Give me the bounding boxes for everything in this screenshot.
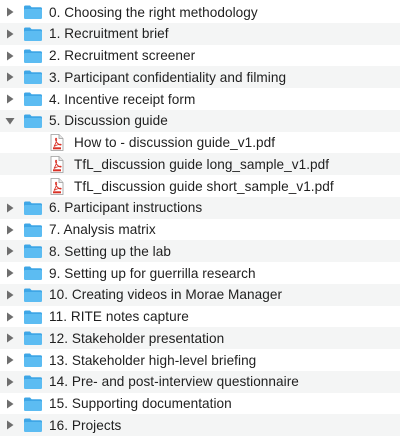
folder-row[interactable]: 15. Supporting documentation: [0, 393, 400, 415]
folder-name: 4. Incentive receipt form: [49, 91, 196, 107]
disclosure-right-icon[interactable]: [5, 219, 15, 241]
folder-icon: [23, 374, 43, 390]
folder-icon: [23, 200, 43, 216]
disclosure-right-icon[interactable]: [5, 284, 15, 306]
pdf-file-icon: [50, 177, 64, 195]
disclosure-right-icon[interactable]: [5, 23, 15, 45]
folder-row[interactable]: 4. Incentive receipt form: [0, 88, 400, 110]
folder-icon: [23, 113, 43, 129]
folder-row[interactable]: 8. Setting up the lab: [0, 240, 400, 263]
folder-icon: [23, 287, 43, 303]
folder-row[interactable]: 2. Recruitment screener: [0, 45, 400, 67]
file-tree: 0. Choosing the right methodology 1. Recr…: [0, 0, 400, 440]
disclosure-right-icon[interactable]: [5, 371, 15, 393]
disclosure-right-icon[interactable]: [5, 88, 15, 110]
disclosure-down-icon[interactable]: [5, 110, 15, 132]
file-name: TfL_discussion guide short_sample_v1.pdf: [74, 178, 334, 194]
folder-row[interactable]: 6. Participant instructions: [0, 196, 400, 219]
folder-icon: [23, 309, 43, 325]
folder-name: 0. Choosing the right methodology: [49, 4, 258, 20]
folder-name: 2. Recruitment screener: [49, 48, 196, 63]
pdf-file-icon: [50, 155, 64, 173]
folder-row[interactable]: 7. Analysis matrix: [0, 219, 400, 241]
disclosure-right-icon[interactable]: [5, 414, 15, 436]
file-row[interactable]: How to - discussion guide_v1.pdf: [0, 132, 400, 154]
disclosure-right-icon[interactable]: [5, 66, 15, 88]
folder-name: 10. Creating videos in Morae Manager: [49, 287, 283, 303]
folder-name: 1. Recruitment brief: [49, 26, 169, 42]
disclosure-right-icon[interactable]: [5, 197, 15, 219]
folder-icon: [23, 69, 43, 85]
folder-name: 16. Projects: [49, 417, 122, 433]
folder-name: 7. Analysis matrix: [49, 222, 156, 237]
disclosure-right-icon[interactable]: [5, 45, 15, 67]
folder-row[interactable]: 0. Choosing the right methodology: [0, 1, 400, 23]
file-row[interactable]: TfL_discussion guide short_sample_v1.pdf: [0, 175, 400, 197]
folder-name: 9. Setting up for guerrilla research: [49, 265, 256, 281]
folder-name: 11. RITE notes capture: [49, 309, 189, 324]
disclosure-right-icon[interactable]: [5, 1, 15, 23]
folder-icon: [23, 417, 43, 433]
folder-icon: [23, 48, 43, 64]
folder-name: 12. Stakeholder presentation: [49, 330, 225, 346]
file-name: TfL_discussion guide long_sample_v1.pdf: [74, 156, 330, 172]
disclosure-right-icon[interactable]: [5, 393, 15, 415]
folder-row[interactable]: 10. Creating videos in Morae Manager: [0, 283, 400, 306]
folder-name: 15. Supporting documentation: [49, 396, 232, 411]
folder-icon: [23, 396, 43, 412]
folder-row[interactable]: 14. Pre- and post-interview questionnair…: [0, 370, 400, 393]
disclosure-right-icon[interactable]: [5, 306, 15, 328]
folder-row[interactable]: 13. Stakeholder high-level briefing: [0, 349, 400, 371]
folder-icon: [23, 26, 43, 42]
folder-icon: [23, 352, 43, 368]
folder-row[interactable]: 3. Participant confidentiality and filmi…: [0, 66, 400, 89]
folder-name: 14. Pre- and post-interview questionnair…: [49, 374, 299, 390]
folder-name: 8. Setting up the lab: [49, 243, 171, 259]
file-name: How to - discussion guide_v1.pdf: [74, 135, 276, 150]
folder-name: 3. Participant confidentiality and filmi…: [49, 69, 287, 85]
folder-row[interactable]: 12. Stakeholder presentation: [0, 327, 400, 350]
folder-icon: [23, 4, 43, 20]
folder-name: 6. Participant instructions: [49, 200, 203, 216]
folder-icon: [23, 330, 43, 346]
folder-icon: [23, 91, 43, 107]
file-row[interactable]: TfL_discussion guide long_sample_v1.pdf: [0, 153, 400, 176]
pdf-file-icon: [50, 134, 64, 151]
folder-row[interactable]: 1. Recruitment brief: [0, 22, 400, 45]
disclosure-right-icon[interactable]: [5, 240, 15, 262]
disclosure-right-icon[interactable]: [5, 349, 15, 371]
folder-icon: [23, 243, 43, 259]
folder-name: 13. Stakeholder high-level briefing: [49, 352, 257, 368]
folder-row[interactable]: 11. RITE notes capture: [0, 306, 400, 328]
folder-row[interactable]: 9. Setting up for guerrilla research: [0, 262, 400, 284]
folder-row[interactable]: 16. Projects: [0, 414, 400, 437]
disclosure-right-icon[interactable]: [5, 327, 15, 349]
folder-row[interactable]: 5. Discussion guide: [0, 109, 400, 132]
folder-name: 5. Discussion guide: [49, 113, 168, 129]
folder-icon: [23, 222, 43, 238]
folder-icon: [23, 265, 43, 281]
disclosure-right-icon[interactable]: [5, 262, 15, 284]
